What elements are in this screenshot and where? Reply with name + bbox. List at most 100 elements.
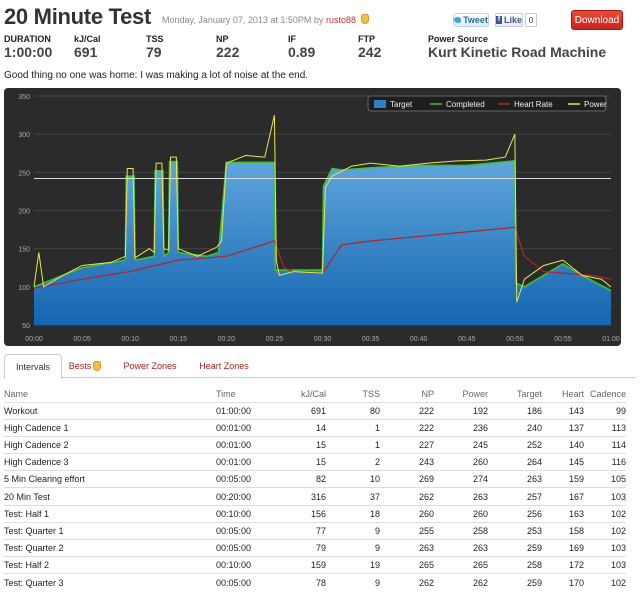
interval-cell: 9 (326, 573, 380, 592)
interval-cell: 80 (326, 401, 380, 420)
table-row[interactable]: Test: Half 1 00:10:00 156 18 260 260 256 163 102 (4, 504, 626, 523)
interval-cell: 00:05:00 (216, 573, 270, 592)
table-row[interactable]: High Cadence 2 00:01:00 15 1 227 245 252 140 114 (4, 435, 626, 454)
interval-cell: 263 (434, 538, 488, 557)
interval-cell: 265 (434, 556, 488, 574)
interval-cell: 316 (270, 487, 326, 506)
legend-label: Power (584, 100, 607, 109)
facebook-like-button[interactable]: f Like (495, 13, 523, 27)
x-tick-label: 00:15 (169, 336, 187, 343)
interval-cell: 163 (542, 504, 584, 523)
interval-cell: 2 (326, 453, 380, 471)
interval-cell: 14 (270, 418, 326, 437)
interval-cell: 259 (488, 573, 542, 592)
tab-power-zones[interactable]: Power Zones (110, 354, 190, 378)
interval-cell: 260 (380, 504, 434, 523)
stat-np: NP 222 (216, 34, 240, 60)
interval-cell: 143 (542, 401, 584, 420)
interval-cell: 99 (584, 401, 626, 420)
interval-cell: 256 (488, 504, 542, 523)
y-tick-label: 100 (18, 285, 30, 292)
interval-cell: 9 (326, 521, 380, 540)
x-tick-label: 00:25 (266, 336, 284, 343)
table-header: Name Time kJ/Cal TSS NP Power Target Hea… (4, 388, 626, 399)
interval-cell: 00:10:00 (216, 504, 270, 523)
tab-bar: Intervals Bests Power Zones Heart Zones (4, 354, 636, 379)
table-row[interactable]: 5 Min Clearing effort 00:05:00 82 10 269 274 2… (4, 470, 626, 488)
interval-cell: 113 (584, 418, 626, 437)
table-row[interactable]: High Cadence 3 00:01:00 15 2 243 260 264 145 116 (4, 453, 626, 471)
table-row[interactable]: Test: Quarter 1 00:05:00 77 9 255 258 253 158 10… (4, 521, 626, 540)
interval-cell: 00:10:00 (216, 556, 270, 574)
interval-cell: 192 (434, 401, 488, 420)
workout-date: Monday, January 07, 2013 at 1:50PM by (162, 15, 324, 25)
interval-name: High Cadence 1 (4, 418, 216, 437)
download-button[interactable]: Download (571, 10, 623, 30)
interval-cell: 116 (584, 453, 626, 471)
y-tick-label: 200 (18, 209, 30, 216)
interval-cell: 158 (542, 521, 584, 540)
table-row[interactable]: Workout 01:00:00 691 80 222 192 186 143 99 (4, 401, 626, 420)
workout-chart[interactable]: 50 100 150 200 250 300 350 00:00 00:05 00:10 00:15… (4, 88, 621, 346)
interval-cell: 15 (270, 453, 326, 471)
legend-swatch (374, 100, 386, 108)
tab-bests[interactable]: Bests (62, 354, 108, 378)
x-tick-label: 00:10 (121, 336, 139, 343)
y-tick-label: 350 (18, 94, 30, 101)
x-tick-label: 00:50 (506, 336, 524, 343)
interval-cell: 00:05:00 (216, 470, 270, 488)
interval-name: Test: Quarter 1 (4, 521, 216, 540)
interval-cell: 15 (270, 435, 326, 454)
interval-cell: 145 (542, 453, 584, 471)
legend-label: Target (390, 100, 413, 109)
interval-cell: 00:01:00 (216, 453, 270, 471)
interval-cell: 170 (542, 573, 584, 592)
interval-cell: 01:00:00 (216, 401, 270, 420)
page-title: 20 Minute Test (4, 4, 151, 29)
interval-cell: 258 (434, 521, 488, 540)
table-row[interactable]: Test: Quarter 2 00:05:00 79 9 263 263 259 169 10… (4, 538, 626, 557)
tweet-button[interactable]: Tweet (453, 13, 489, 27)
x-tick-label: 00:00 (25, 336, 43, 343)
interval-name: High Cadence 2 (4, 435, 216, 454)
interval-name: Test: Quarter 3 (4, 573, 216, 592)
interval-cell: 167 (542, 487, 584, 506)
interval-cell: 691 (270, 401, 326, 420)
stat-power-source: Power Source Kurt Kinetic Road Machine (428, 34, 607, 60)
table-row[interactable]: Test: Quarter 3 00:05:00 78 9 262 262 259 170 10… (4, 573, 626, 592)
workout-description: Good thing no one was home: I was making… (4, 70, 309, 81)
interval-name: Test: Half 2 (4, 556, 216, 574)
tab-heart-zones[interactable]: Heart Zones (184, 354, 264, 378)
twitter-bird-icon (454, 17, 462, 23)
interval-cell: 227 (380, 435, 434, 454)
interval-cell: 222 (380, 418, 434, 437)
interval-cell: 9 (326, 538, 380, 557)
interval-cell: 265 (380, 556, 434, 574)
interval-cell: 240 (488, 418, 542, 437)
stat-duration: DURATION 1:00:00 (4, 34, 53, 60)
interval-cell: 1 (326, 435, 380, 454)
user-link[interactable]: rusto88 (326, 15, 356, 25)
legend-label: Completed (446, 100, 485, 109)
stat-kj: kJ/Cal 691 (74, 34, 101, 60)
interval-cell: 140 (542, 435, 584, 454)
y-tick-label: 50 (22, 323, 30, 330)
interval-cell: 00:05:00 (216, 521, 270, 540)
interval-cell: 253 (488, 521, 542, 540)
interval-cell: 172 (542, 556, 584, 574)
y-tick-label: 150 (18, 247, 30, 254)
table-row[interactable]: Test: Half 2 00:10:00 159 19 265 265 258 172 103 (4, 556, 626, 574)
x-tick-label: 00:05 (73, 336, 91, 343)
interval-cell: 114 (584, 435, 626, 454)
interval-name: 20 Min Test (4, 487, 216, 506)
table-row[interactable]: 20 Min Test 00:20:00 316 37 262 263 257 167 103 (4, 487, 626, 506)
stat-tss: TSS 79 (146, 34, 164, 60)
interval-cell: 259 (488, 538, 542, 557)
tab-intervals[interactable]: Intervals (4, 354, 62, 379)
interval-cell: 103 (584, 556, 626, 574)
interval-cell: 00:20:00 (216, 487, 270, 506)
interval-cell: 37 (326, 487, 380, 506)
x-tick-label: 00:40 (410, 336, 428, 343)
table-row[interactable]: High Cadence 1 00:01:00 14 1 222 236 240 137 113 (4, 418, 626, 437)
interval-cell: 257 (488, 487, 542, 506)
